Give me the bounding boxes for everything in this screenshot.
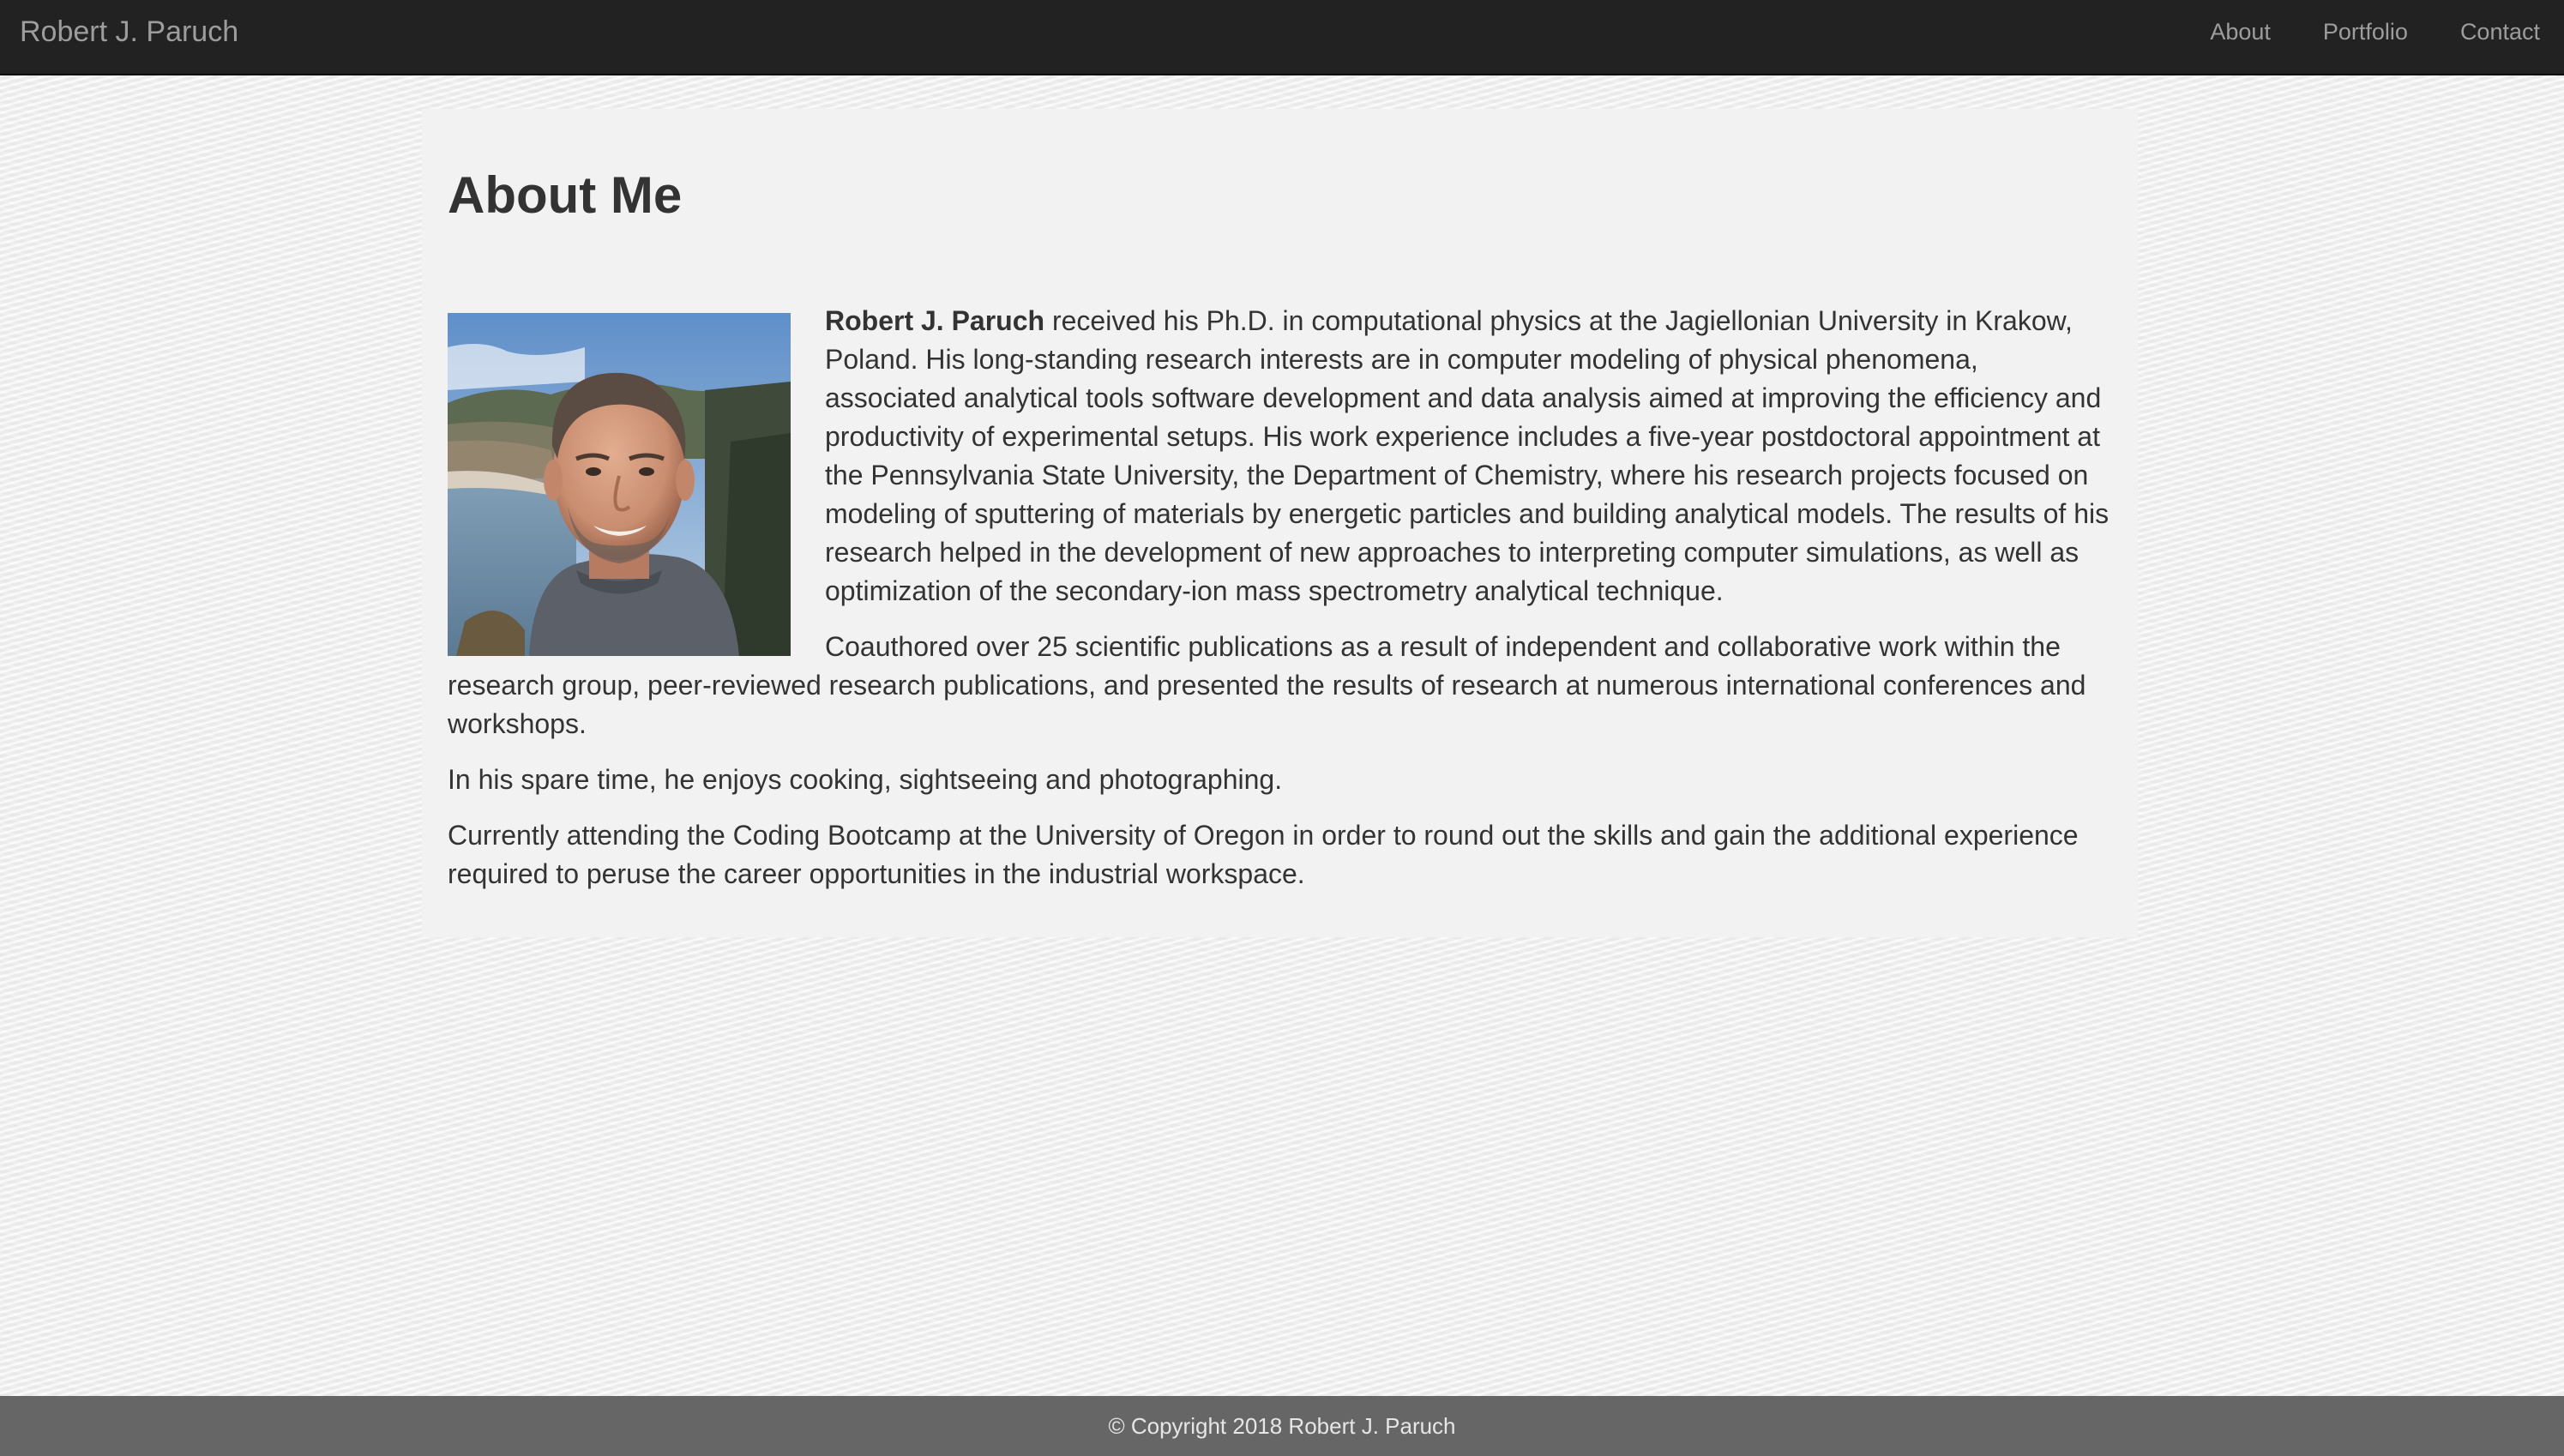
- brand-link[interactable]: Robert J. Paruch: [20, 0, 238, 63]
- profile-photo: [448, 313, 791, 656]
- nav-link-contact[interactable]: Contact: [2460, 19, 2540, 45]
- page-footer: © Copyright 2018 Robert J. Paruch: [0, 1396, 2564, 1456]
- about-paragraph-4: Currently attending the Coding Bootcamp …: [448, 820, 2079, 889]
- about-paragraph-3: In his spare time, he enjoys cooking, si…: [448, 764, 1283, 795]
- about-paragraph-1-text: received his Ph.D. in computational phys…: [825, 305, 2110, 606]
- nav-links: About Portfolio Contact: [2158, 0, 2540, 63]
- top-navbar: Robert J. Paruch About Portfolio Contact: [0, 0, 2564, 75]
- about-section: About Me Robert J. Paruch received his P…: [422, 109, 2138, 937]
- copyright-text: © Copyright 2018 Robert J. Paruch: [1108, 1413, 1456, 1439]
- nav-link-portfolio[interactable]: Portfolio: [2323, 19, 2408, 45]
- nav-link-about[interactable]: About: [2210, 19, 2271, 45]
- about-article: Robert J. Paruch received his Ph.D. in c…: [448, 302, 2111, 911]
- page-title: About Me: [448, 166, 683, 224]
- author-name: Robert J. Paruch: [825, 305, 1045, 336]
